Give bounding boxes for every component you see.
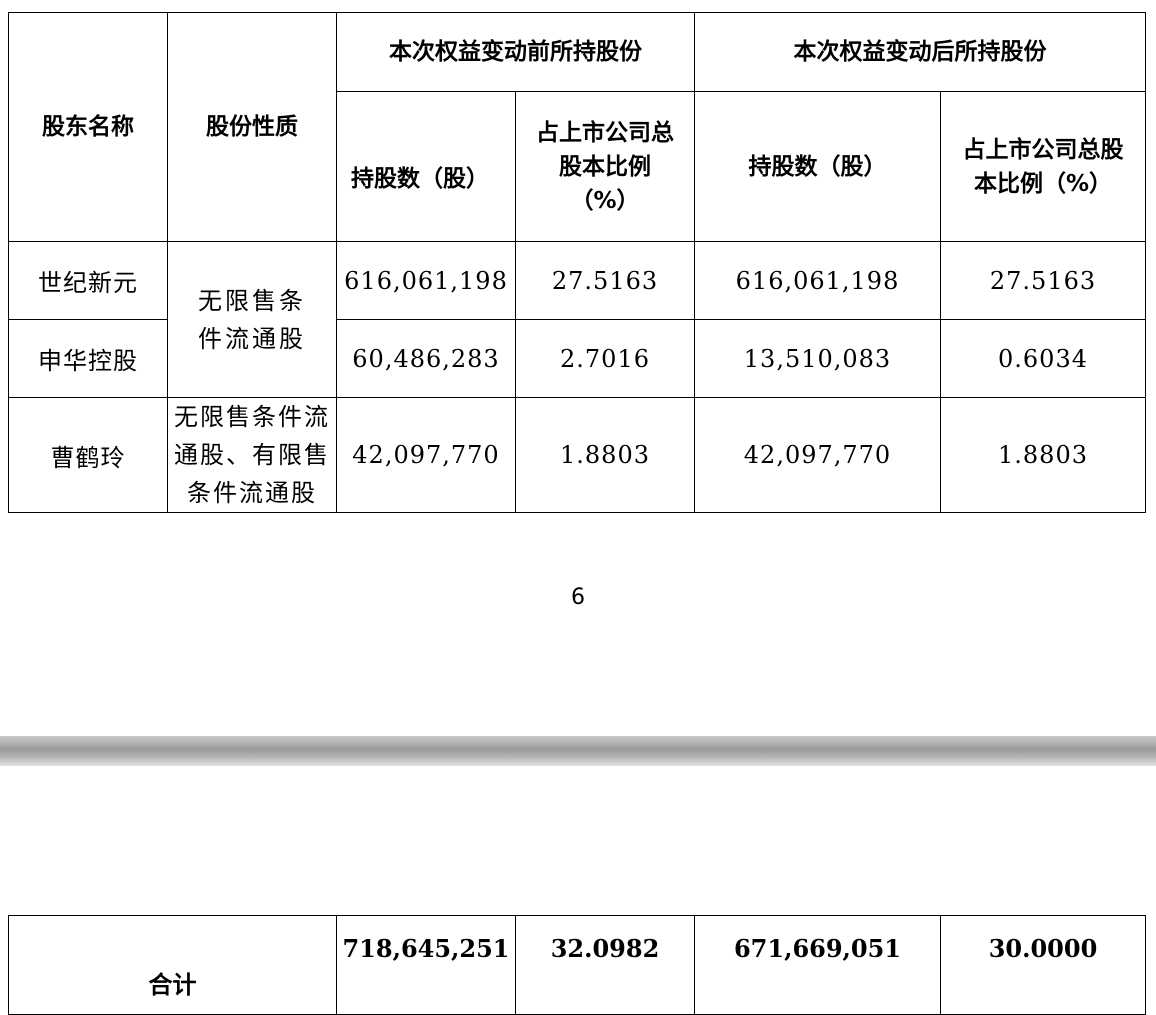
before-shares-cell: 616,061,198 [336,241,516,320]
share-nature-text: 无限售条件流通股、有限售条件流通股 [174,403,330,507]
before-shares-cell: 42,097,770 [336,397,516,513]
after-shares-cell: 42,097,770 [694,397,941,513]
header-before-shares: 持股数（股） [336,91,516,242]
total-before-shares: 718,645,251 [336,915,516,1015]
after-shares-cell: 616,061,198 [694,241,941,320]
share-nature-cell: 无限售条件流通股 [167,241,337,398]
before-ratio-cell: 2.7016 [515,319,695,398]
before-ratio-cell: 27.5163 [515,241,695,320]
total-before-ratio: 32.0982 [515,915,695,1015]
shareholding-table: 股东名称 股份性质 本次权益变动前所持股份 本次权益变动后所持股份 持股数（股）… [8,12,1146,513]
header-share-nature: 股份性质 [167,12,337,242]
total-after-ratio: 30.0000 [940,915,1146,1015]
page-number: 6 [571,585,585,610]
share-nature-cell: 无限售条件流通股、有限售条件流通股 [167,397,337,513]
share-nature-text: 无限售条件流通股 [198,286,306,353]
header-after-ratio: 占上市公司总股本比例（%） [940,91,1146,242]
total-table: 合计 718,645,251 32.0982 671,669,051 30.00… [8,915,1146,1015]
total-label: 合计 [8,915,337,1015]
header-shareholder-name: 股东名称 [8,12,168,242]
header-after-group: 本次权益变动后所持股份 [694,12,1146,92]
after-shares-cell: 13,510,083 [694,319,941,398]
after-ratio-cell: 27.5163 [940,241,1146,320]
shareholder-name-cell: 世纪新元 [8,241,168,320]
after-ratio-cell: 0.6034 [940,319,1146,398]
before-shares-cell: 60,486,283 [336,319,516,398]
shareholder-name-cell: 曹鹤玲 [8,397,168,513]
page-separator [0,736,1156,766]
table-row: 世纪新元 无限售条件流通股 616,061,198 27.5163 616,06… [8,241,1146,398]
total-after-shares: 671,669,051 [694,915,941,1015]
total-row: 合计 718,645,251 32.0982 671,669,051 30.00… [8,915,1146,1015]
shareholder-name-cell: 申华控股 [8,319,168,398]
before-ratio-cell: 1.8803 [515,397,695,513]
table-row: 曹鹤玲 无限售条件流通股、有限售条件流通股 42,097,770 1.8803 … [8,397,1146,513]
after-ratio-cell: 1.8803 [940,397,1146,513]
header-after-shares: 持股数（股） [694,91,941,242]
header-before-group: 本次权益变动前所持股份 [336,12,695,92]
header-before-ratio: 占上市公司总股本比例（%） [515,91,695,242]
